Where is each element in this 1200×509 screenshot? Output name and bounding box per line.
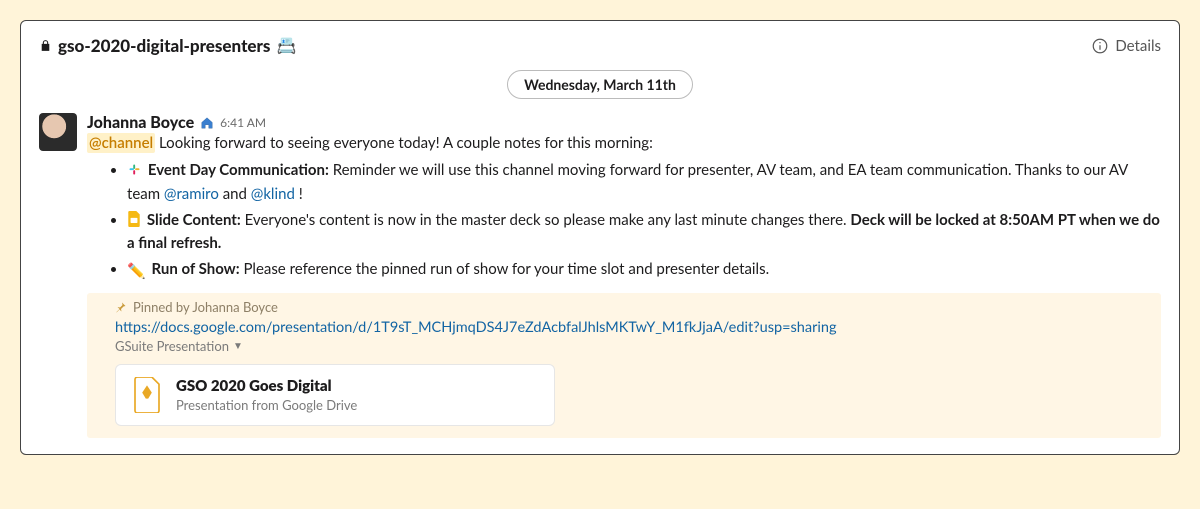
avatar[interactable] [39,113,77,151]
user-name[interactable]: Johanna Boyce [87,113,194,132]
channel-name: gso-2020-digital-presenters [58,35,270,56]
attachment-card[interactable]: GSO 2020 Goes Digital Presentation from … [115,364,555,426]
attachment-meta: GSO 2020 Goes Digital Presentation from … [176,377,357,413]
mention-klind[interactable]: @klind [251,185,295,203]
bullet3-text-a: Please reference the pinned run of show … [243,260,769,278]
details-button[interactable]: Details [1091,37,1161,55]
attachment-source[interactable]: GSuite Presentation ▼ [115,338,1151,354]
channel-header: gso-2020-digital-presenters 📇 Details [39,35,1161,64]
message-first-line: @channel Looking forward to seeing every… [87,134,1161,152]
greeting-text: Looking forward to seeing everyone today… [159,134,653,152]
attachment-source-label: GSuite Presentation [115,338,229,354]
pinned-by-text: Pinned by Johanna Boyce [133,299,278,315]
slack-logo-icon [127,162,142,184]
message-bullets: Event Day Communication: Reminder we wil… [127,160,1161,283]
pinned-url[interactable]: https://docs.google.com/presentation/d/1… [115,319,1151,336]
bullet1-title: Event Day Communication: [148,161,329,179]
bullet2-title: Slide Content: [147,211,241,229]
message-header: Johanna Boyce 6:41 AM [87,113,1161,132]
date-divider[interactable]: Wednesday, March 11th [507,70,693,99]
bullet-slide-content: Slide Content: Everyone's content is now… [127,210,1161,256]
timestamp[interactable]: 6:41 AM [220,115,266,130]
bullet2-text-a: Everyone's content is now in the master … [245,211,851,229]
bullet3-title: Run of Show: [152,260,240,278]
channel-emoji-icon: 📇 [276,36,296,55]
bullet-run-of-show: ✏️ Run of Show: Please reference the pin… [127,259,1161,283]
slack-message-pane: gso-2020-digital-presenters 📇 Details We… [20,20,1180,455]
attachment-title: GSO 2020 Goes Digital [176,377,357,395]
message-body: Johanna Boyce 6:41 AM @channel Looking f… [87,113,1161,438]
pin-icon [115,301,127,313]
mention-ramiro[interactable]: @ramiro [164,185,219,203]
drive-file-icon [130,375,164,415]
pencil-icon: ✏️ [127,261,146,283]
channel-name-block[interactable]: gso-2020-digital-presenters 📇 [39,35,296,56]
info-icon [1091,37,1109,55]
status-house-icon [200,116,214,130]
bullet1-tail: ! [299,185,303,203]
google-slides-icon [127,211,141,234]
pinned-by-row: Pinned by Johanna Boyce [115,299,1151,315]
bullet-event-day: Event Day Communication: Reminder we wil… [127,160,1161,206]
caret-down-icon: ▼ [233,340,243,352]
lock-icon [39,39,52,52]
attachment-subtitle: Presentation from Google Drive [176,397,357,413]
date-divider-row: Wednesday, March 11th [39,70,1161,99]
message: Johanna Boyce 6:41 AM @channel Looking f… [39,113,1161,438]
pinned-attachment: Pinned by Johanna Boyce https://docs.goo… [87,293,1161,438]
details-label: Details [1115,37,1161,55]
channel-mention[interactable]: @channel [87,133,155,153]
bullet1-mid: and [223,185,251,203]
